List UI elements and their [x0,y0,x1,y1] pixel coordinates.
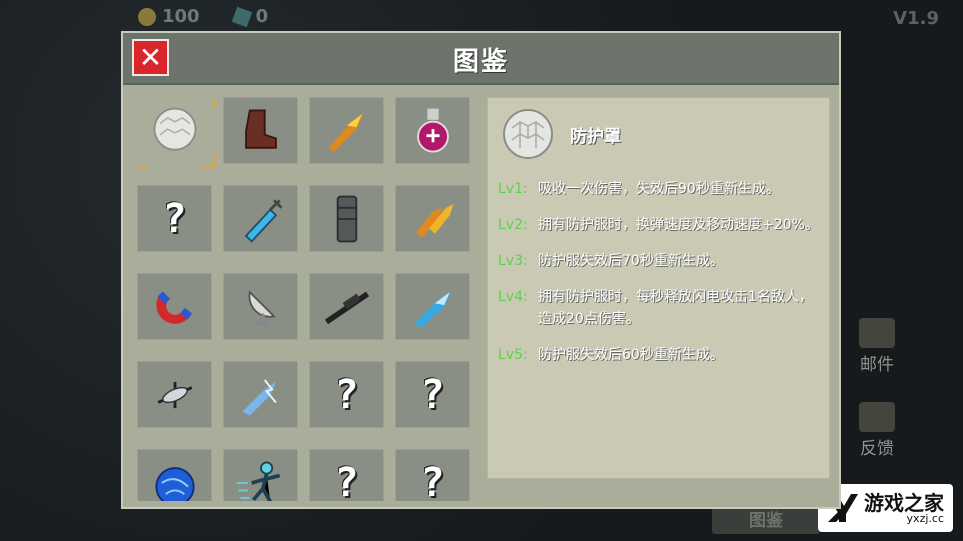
unknown-question-icon: ? [420,371,445,418]
grid-cell-plasma-orb[interactable] [137,449,212,501]
fire-bullets-icon [415,203,454,238]
level-key: Lv1: [498,181,528,197]
coin-icon [138,8,156,26]
boots-icon [244,109,277,149]
selection-bracket [202,154,216,168]
gem-icon [231,6,252,28]
gem-value: 0 [255,6,269,27]
speed-runner-icon [236,461,280,501]
level-key: Lv2: [498,217,528,233]
mail-label: 邮件 [860,355,894,375]
level-key: Lv4: [498,289,528,305]
grid-cell-speed-runner[interactable] [223,449,298,501]
shield-bubble-icon [153,107,196,151]
dialog-title: 图鉴 [452,47,509,77]
potion-icon [416,108,449,152]
plasma-orb-icon [154,466,195,501]
item-grid: ????? [137,97,477,501]
grid-cell-lightning-bullet[interactable] [223,361,298,428]
lightning-bullet-icon [241,378,277,416]
selection-bracket [137,154,147,168]
unknown-question-icon: ? [334,371,359,418]
coin-value: 100 [162,6,200,27]
unknown-question-icon: ? [420,459,445,502]
hud-bar: 100 0 [138,6,269,28]
logo-url: yxzj.cc [906,511,944,525]
coin-counter: 100 [138,6,200,27]
unknown-question-icon: ? [162,195,187,242]
item-detail-panel: 防护罩 Lv1: 吸收一次伤害，失效后90秒重新生成。 Lv2: 拥有防护服时，换弹… [487,97,830,479]
unknown-question-icon: ? [334,459,359,502]
mail-icon [859,318,895,348]
grid-cell-unknown[interactable]: ? [309,361,384,428]
syringe-icon [244,198,283,243]
level-row: Lv2: 拥有防护服时，换弹速度及移动速度+20%。 [498,214,823,236]
level-key: Lv3: [498,253,528,269]
grid-cell-scope-rifle[interactable] [309,273,384,340]
level-desc: 防护服失效后60秒重新生成。 [538,347,724,363]
feedback-button[interactable]: 反馈 [847,402,907,459]
scope-rifle-icon [324,291,369,324]
level-row: Lv5: 防护服失效后60秒重新生成。 [498,344,823,366]
dialog-header: ✕ 图鉴 [123,33,839,85]
level-key: Lv5: [498,347,528,363]
grid-cell-potion[interactable] [395,97,470,164]
grid-cell-flame-bullet[interactable] [309,97,384,164]
level-row: Lv4: 拥有防护服时，每秒释放闪电攻击1名敌人，造成20点伤害。 [498,286,823,330]
selection-bracket [137,97,147,107]
level-row: Lv1: 吸收一次伤害，失效后90秒重新生成。 [498,178,823,200]
grid-cell-unknown[interactable]: ? [395,361,470,428]
ice-bullet-icon [413,289,452,328]
codex-dialog: ✕ 图鉴 ????? 防护罩 Lv1: 吸收一次伤害，失效后90秒重新生成。 Lv… [121,31,841,509]
grid-cell-unknown[interactable]: ? [395,449,470,501]
item-name: 防护罩 [570,127,621,147]
grid-cell-fire-bullets[interactable] [395,185,470,252]
magnet-icon [155,290,192,324]
feedback-label: 反馈 [860,439,894,459]
grid-cell-spinning-shuriken[interactable] [137,361,212,428]
logo-text: 游戏之家 [864,490,944,515]
grid-cell-magazine[interactable] [309,185,384,252]
grid-cell-unknown[interactable]: ? [309,449,384,501]
grid-cell-ice-bullet[interactable] [395,273,470,340]
level-desc: 吸收一次伤害，失效后90秒重新生成。 [538,181,780,197]
grid-cell-shield-bubble[interactable] [137,97,216,168]
flame-bullet-icon [327,111,364,152]
grid-cell-unknown[interactable]: ? [137,185,212,252]
mail-button[interactable]: 邮件 [847,318,907,375]
radar-dish-icon [247,289,276,326]
grid-cell-syringe[interactable] [223,185,298,252]
level-desc: 拥有防护服时，每秒释放闪电攻击1名敌人，造成20点伤害。 [538,289,813,327]
gem-counter: 0 [231,6,269,28]
magazine-icon [336,195,357,242]
shield-bubble-icon [503,109,553,159]
level-row: Lv3: 防护服失效后70秒重新生成。 [498,250,823,272]
level-list: Lv1: 吸收一次伤害，失效后90秒重新生成。 Lv2: 拥有防护服时，换弹速度及移… [498,178,823,380]
selection-bracket [202,97,216,107]
grid-cell-magnet[interactable] [137,273,212,340]
level-desc: 拥有防护服时，换弹速度及移动速度+20%。 [538,217,819,233]
level-desc: 防护服失效后70秒重新生成。 [538,253,724,269]
spinning-shuriken-icon [157,381,192,408]
grid-cell-boots[interactable] [223,97,298,164]
feedback-icon [859,402,895,432]
version-label: V1.9 [893,8,939,29]
grid-cell-radar-dish[interactable] [223,273,298,340]
